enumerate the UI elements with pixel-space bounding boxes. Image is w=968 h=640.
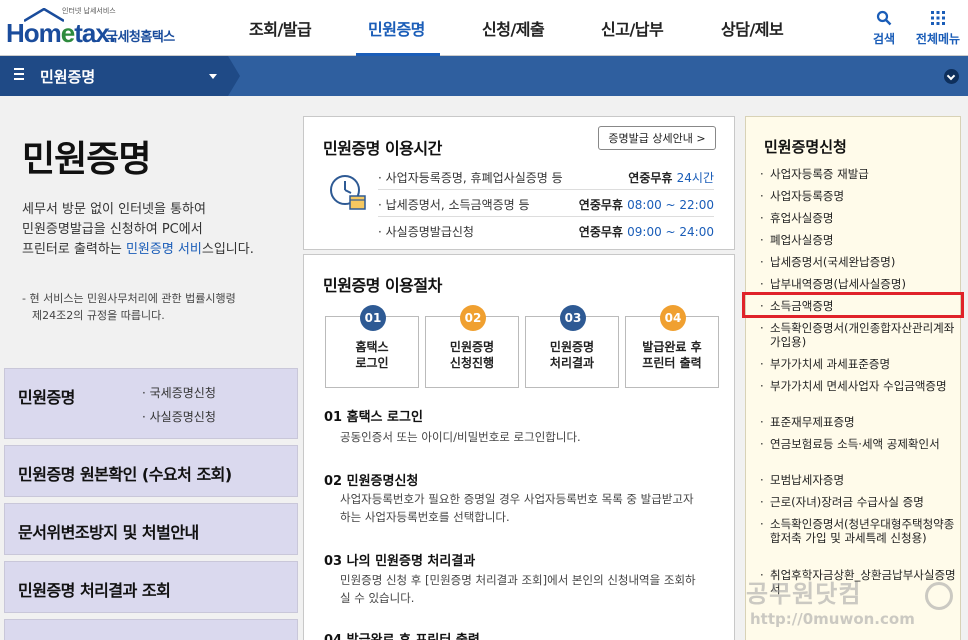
cert-item[interactable]: 소득확인증명서(개인종합자산관리계좌 가입용) bbox=[760, 321, 960, 349]
hometax-logo[interactable]: 인터넷 납세서비스 Hometax. 국세청홈택스 bbox=[4, 6, 184, 50]
left-box-forgery-prevention-title[interactable]: 문서위변조방지 및 처벌안내 bbox=[18, 519, 199, 543]
hours-row: · 납세증명서, 소득금액증명 등 연중무휴 08:00 ~ 22:00 bbox=[378, 191, 714, 217]
all-menu-label: 전체메뉴 bbox=[915, 32, 961, 46]
hours-row: · 사실증명발급신청 연중무휴 09:00 ~ 24:00 bbox=[378, 225, 714, 239]
cert-item[interactable]: 모범납세자증명 bbox=[760, 473, 960, 487]
service-link[interactable]: 민원증명 서비 bbox=[126, 242, 202, 257]
chevron-down-icon[interactable] bbox=[944, 69, 959, 84]
step-label: 발급완료 후 프린터 출력 bbox=[642, 340, 702, 370]
hours-row: · 사업자등록증명, 휴폐업사실증명 등 연중무휴 24시간 bbox=[378, 164, 714, 190]
section-heading: 02 민원증명신청 bbox=[324, 474, 419, 489]
gnb-apply[interactable]: 신청/제출 bbox=[482, 0, 545, 56]
watermark-url: http://0muwon.com bbox=[750, 610, 915, 628]
step-number-badge: 02 bbox=[460, 305, 486, 331]
detail-guide-button[interactable]: 증명발급 상세안내 > bbox=[598, 126, 716, 150]
step-login: 01 홈택스 로그인 bbox=[325, 305, 419, 388]
search-label: 검색 bbox=[872, 32, 896, 46]
cert-item[interactable]: 부가가치세 과세표준증명 bbox=[760, 357, 960, 371]
section-text: 민원증명 신청 후 [민원증명 처리결과 조회]에서 본인의 신청내역을 조회하… bbox=[340, 573, 696, 605]
step-number-badge: 04 bbox=[660, 305, 686, 331]
procedure-title: 민원증명 이용절차 bbox=[323, 276, 442, 295]
caret-down-icon bbox=[209, 74, 217, 79]
step-result: 03 민원증명 처리결과 bbox=[525, 305, 619, 388]
top-header: 인터넷 납세서비스 Hometax. 국세청홈택스 조회/발급 민원증명 신청/… bbox=[0, 0, 968, 56]
left-box-more[interactable] bbox=[4, 619, 298, 640]
grid-menu-icon bbox=[931, 11, 945, 25]
left-box-certificates-title[interactable]: 민원증명 bbox=[18, 384, 75, 408]
clock-calendar-icon bbox=[330, 175, 366, 210]
left-box-original-check-title[interactable]: 민원증명 원본확인 (수요처 조회) bbox=[18, 461, 232, 485]
watermark-logo-icon bbox=[925, 582, 953, 610]
hours-title: 민원증명 이용시간 bbox=[323, 139, 442, 158]
cert-item[interactable]: 소득확인증명서(청년우대형주택청약종합저축 가입 및 과세특례 신청용) bbox=[760, 517, 960, 545]
cert-item[interactable]: 납부내역증명(납세사실증명) bbox=[760, 277, 960, 291]
cert-item[interactable]: 부가가치세 면세사업자 수입금액증명 bbox=[760, 379, 960, 393]
highlight-box bbox=[742, 292, 964, 318]
section-heading: 04 발급완료 후 프린터 출력 bbox=[324, 629, 480, 640]
page-description: 세무서 방문 없이 인터넷을 통하여 민원증명발급을 신청하여 PC에서 프린터… bbox=[22, 202, 254, 257]
page-title: 민원증명 bbox=[22, 139, 151, 180]
logo-tagline: 인터넷 납세서비스 bbox=[62, 7, 116, 15]
location-select[interactable] bbox=[0, 56, 240, 96]
logo-name: 국세청홈택스 bbox=[106, 30, 175, 45]
step-label: 홈택스 로그인 bbox=[355, 340, 389, 370]
cert-item[interactable]: 사업자등록증 재발급 bbox=[760, 167, 960, 181]
hamburger-icon bbox=[14, 68, 26, 82]
gnb-consult[interactable]: 상담/제보 bbox=[721, 0, 784, 56]
left-box-fact-cert[interactable]: · 사실증명신청 bbox=[142, 408, 216, 425]
all-menu-button[interactable]: 전체메뉴 bbox=[912, 10, 964, 47]
section-heading: 03 나의 민원증명 처리결과 bbox=[324, 554, 476, 569]
cert-item[interactable]: 납세증명서(국세완납증명) bbox=[760, 255, 960, 269]
cert-item[interactable]: 표준재무제표증명 bbox=[760, 415, 960, 429]
search-icon bbox=[876, 10, 892, 26]
step-apply: 02 민원증명 신청진행 bbox=[425, 305, 519, 388]
cert-item[interactable]: 사업자등록증명 bbox=[760, 189, 960, 203]
left-box-national-tax-cert[interactable]: · 국세증명신청 bbox=[142, 384, 216, 401]
search-button[interactable]: 검색 bbox=[858, 10, 910, 47]
watermark-text: 공무원닷컴 bbox=[746, 580, 862, 608]
left-box-processing-result-title[interactable]: 민원증명 처리결과 조회 bbox=[18, 577, 171, 601]
cert-item[interactable]: 연금보험료등 소득·세액 공제확인서 bbox=[760, 437, 960, 451]
section-text: 공동인증서 또는 아이디/비밀번호로 로그인합니다. bbox=[340, 430, 581, 444]
legal-note: - 현 서비스는 민원사무처리에 관한 법률시행령 제24조2의 규정을 따릅니… bbox=[22, 292, 236, 322]
gnb-report-pay[interactable]: 신고/납부 bbox=[601, 0, 664, 56]
step-number-badge: 01 bbox=[360, 305, 386, 331]
gnb-lookup[interactable]: 조회/발급 bbox=[249, 0, 312, 56]
cert-item[interactable]: 휴업사실증명 bbox=[760, 211, 960, 225]
step-label: 민원증명 처리결과 bbox=[549, 340, 595, 370]
cert-item[interactable]: 폐업사실증명 bbox=[760, 233, 960, 247]
section-text: 사업자등록번호가 필요한 증명일 경우 사업자등록번호 목록 중 발급받고자 하… bbox=[340, 492, 694, 524]
section-heading: 01 홈택스 로그인 bbox=[324, 410, 423, 425]
logo-wordmark: Hometax. bbox=[6, 18, 116, 48]
cert-item[interactable]: 근로(자녀)장려금 수급사실 증명 bbox=[760, 495, 960, 509]
step-print: 04 발급완료 후 프린터 출력 bbox=[625, 305, 719, 388]
location-title[interactable]: 민원증명 bbox=[40, 66, 95, 87]
step-number-badge: 03 bbox=[560, 305, 586, 331]
step-label: 민원증명 신청진행 bbox=[449, 340, 495, 370]
gnb-certificates[interactable]: 민원증명 bbox=[368, 0, 425, 56]
certificate-request-title: 민원증명신청 bbox=[764, 138, 847, 156]
